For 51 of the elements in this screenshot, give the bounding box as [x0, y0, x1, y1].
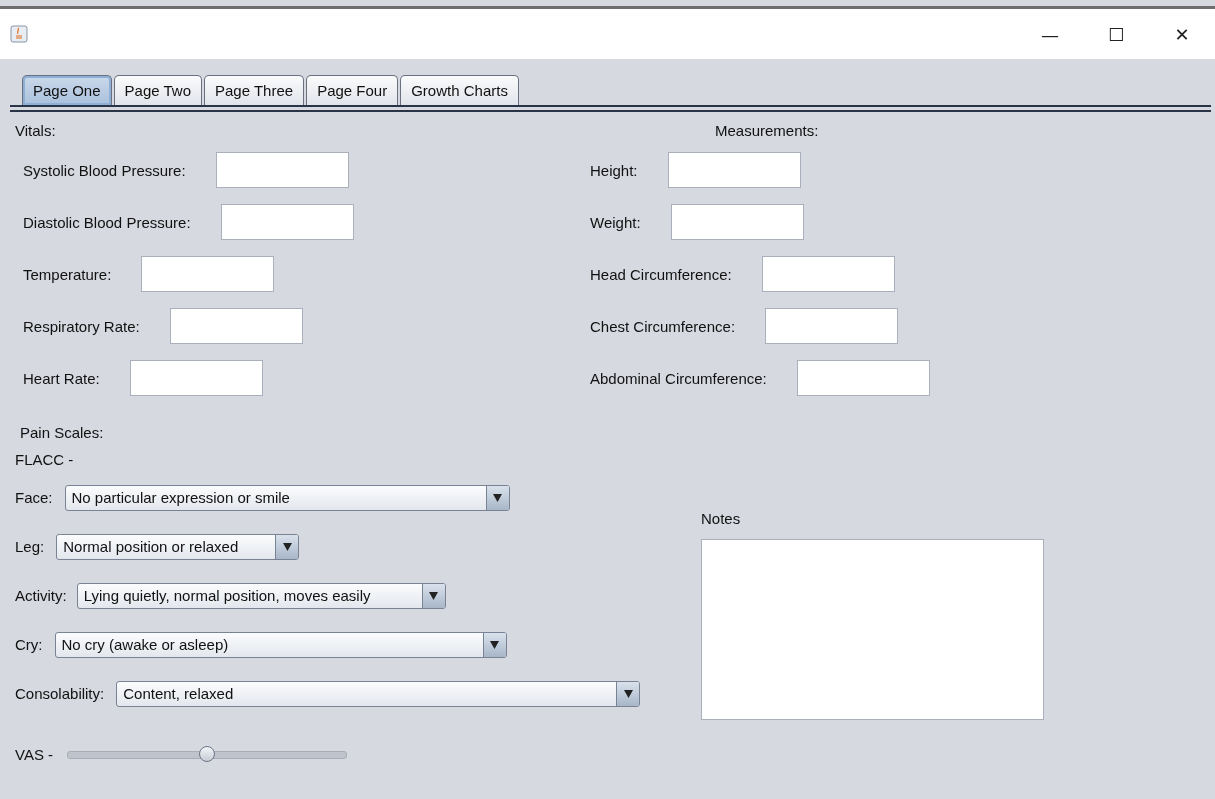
input-field[interactable]	[220, 204, 354, 240]
notes-label: Notes	[701, 510, 742, 527]
close-button[interactable]: ✕	[1149, 9, 1215, 59]
input-field[interactable]	[761, 256, 895, 292]
dropdown[interactable]: Normal position or relaxed	[56, 533, 300, 560]
field-label: Weight:	[590, 213, 641, 231]
field-label: Temperature:	[23, 265, 112, 283]
field-label: Head Circumference:	[590, 265, 732, 283]
dropdown-label: Cry:	[15, 636, 43, 653]
tab[interactable]: Page One	[22, 75, 112, 105]
input-field[interactable]	[129, 360, 263, 396]
tab[interactable]: Page Four	[306, 75, 399, 105]
dropdown[interactable]: Lying quietly, normal position, moves easily	[76, 582, 446, 609]
slider-label: VAS -	[15, 746, 54, 763]
caret-icon	[623, 689, 633, 698]
field-label: Chest Circumference:	[590, 317, 736, 335]
maximize-button[interactable]: ☐	[1083, 9, 1149, 59]
field-label: Height:	[590, 161, 638, 179]
caret-icon	[493, 493, 502, 502]
slider-thumb[interactable]	[199, 745, 216, 762]
dropdown-label: Leg:	[15, 538, 45, 555]
input-field[interactable]	[169, 308, 303, 344]
section-label: FLACC -	[15, 451, 74, 468]
tab[interactable]: Growth Charts	[400, 75, 519, 105]
input-field[interactable]	[215, 152, 349, 188]
field-label: Systolic Blood Pressure:	[23, 161, 186, 179]
tab[interactable]: Page Three	[204, 75, 305, 105]
section-label: Pain Scales:	[20, 424, 104, 441]
field-label: Respiratory Rate:	[23, 317, 140, 335]
dropdown-label: Consolability:	[15, 685, 105, 702]
input-field[interactable]	[670, 204, 804, 240]
field-label: Diastolic Blood Pressure:	[23, 213, 191, 231]
dropdown-label: Face:	[15, 489, 53, 506]
input-field[interactable]	[796, 360, 930, 396]
caret-icon	[282, 542, 292, 551]
dropdown[interactable]: Content, relaxed	[116, 680, 641, 707]
dropdown-label: Activity:	[15, 587, 67, 604]
minimize-button[interactable]: —	[1017, 9, 1083, 59]
notes-field[interactable]	[701, 539, 1044, 720]
section-label: Vitals:	[15, 122, 56, 139]
input-field[interactable]	[141, 256, 275, 292]
dropdown[interactable]: No cry (awake or asleep)	[54, 631, 507, 658]
caret-icon	[429, 591, 439, 600]
caret-icon	[490, 640, 499, 649]
tab[interactable]: Page Two	[113, 75, 202, 105]
input-field[interactable]	[765, 308, 899, 344]
field-label: Heart Rate:	[23, 369, 100, 387]
section-label: Measurements:	[715, 122, 819, 139]
input-field[interactable]	[667, 152, 801, 188]
dropdown[interactable]: No particular expression or smile	[64, 484, 510, 511]
field-label: Abdominal Circumference:	[590, 369, 767, 387]
